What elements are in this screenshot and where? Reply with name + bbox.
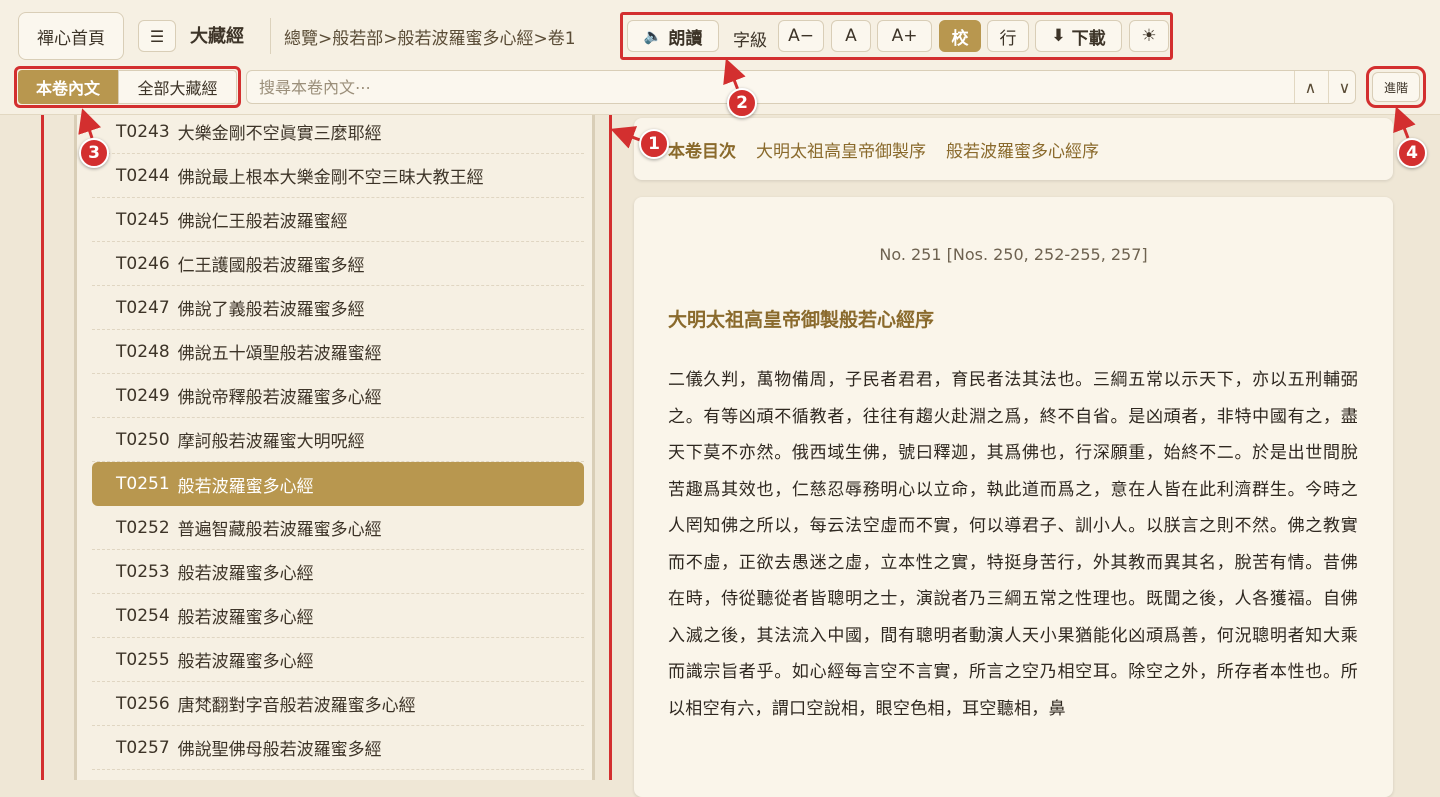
annotation-badge-4: 4 bbox=[1397, 138, 1427, 168]
annotation-arrows bbox=[78, 58, 1416, 149]
annotation-badge-2: 2 bbox=[727, 88, 757, 118]
annotation-badge-3: 3 bbox=[79, 138, 109, 168]
annotation-badge-1: 1 bbox=[639, 129, 669, 159]
